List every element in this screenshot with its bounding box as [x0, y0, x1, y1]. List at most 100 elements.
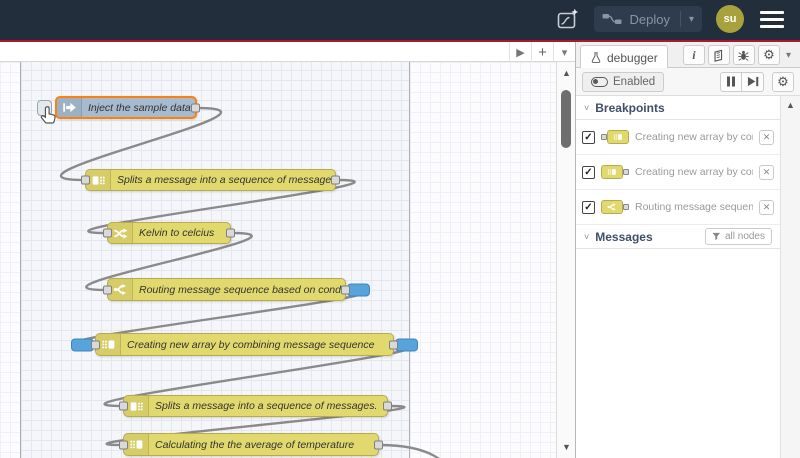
flow-node-inject[interactable]: Inject the sample data — [55, 96, 200, 119]
breakpoint-label: Routing message sequence based on condit… — [635, 201, 753, 213]
enabled-label: Enabled — [613, 75, 656, 88]
user-avatar[interactable]: su — [716, 5, 744, 33]
breakpoint-label: Creating new array by combining message … — [635, 166, 753, 178]
tab-debugger[interactable]: debugger — [580, 45, 668, 69]
flow-canvas[interactable]: Inject the sample data Splits a message i… — [0, 62, 556, 458]
switch-mini-node-icon — [601, 200, 623, 214]
workspace: ▶ + ▾ Inject the sample data Splits a mes… — [0, 42, 575, 458]
scroll-up-icon[interactable]: ▲ — [781, 100, 800, 110]
main-menu-icon[interactable] — [758, 9, 786, 30]
node-red-editor: Deploy ▾ su ▶ + ▾ Inject the sample data… — [0, 0, 800, 458]
breakpoint-row[interactable]: ✓ Creating new array by combining message… — [576, 155, 780, 190]
input-port[interactable] — [119, 440, 128, 449]
breakpoint-remove-button[interactable]: ✕ — [759, 199, 774, 215]
join-node-icon — [129, 440, 142, 449]
flow-tab-bar: ▶ + ▾ — [0, 42, 575, 62]
node-label: Splits a message into a sequence of mess… — [155, 400, 378, 412]
sidebar-scrollbar[interactable]: ▲ — [780, 96, 800, 458]
debugger-enabled-toggle[interactable]: Enabled — [582, 71, 665, 92]
messages-title: Messages — [595, 229, 653, 244]
message-filter-button[interactable]: all nodes — [704, 228, 772, 245]
input-port[interactable] — [103, 285, 112, 294]
join-mini-node-icon — [601, 165, 623, 179]
output-port[interactable] — [226, 228, 235, 238]
breakpoint-marker-out[interactable] — [395, 338, 418, 351]
split-node-icon — [130, 401, 143, 411]
gear-icon: ⚙ — [763, 47, 775, 62]
deploy-button[interactable]: Deploy ▾ — [593, 6, 702, 32]
chevron-down-icon: ˅ — [584, 231, 590, 242]
flow-node-join1[interactable]: Creating new array by combining message … — [71, 333, 418, 356]
flow-list-chevron-icon[interactable]: ▾ — [553, 42, 575, 62]
breakpoint-checkbox[interactable]: ✓ — [582, 130, 595, 144]
info-button[interactable]: i — [682, 45, 705, 65]
node-label: Inject the sample data — [88, 101, 191, 114]
tab-scroll-right-icon[interactable]: ▶ — [509, 42, 531, 62]
breakpoint-remove-button[interactable]: ✕ — [759, 164, 774, 180]
pause-icon — [727, 76, 735, 87]
switch-node-icon — [113, 284, 126, 295]
switch-node-icon — [607, 203, 616, 211]
debug-button[interactable] — [732, 45, 755, 65]
output-port[interactable] — [191, 103, 200, 112]
sidebar-expand-chevron-icon[interactable]: ▾ — [783, 50, 794, 61]
output-port[interactable] — [389, 340, 398, 349]
sidebar: debugger i ⚙ ▾ Enabled ⚙ ˅ Breakpoints ✓… — [575, 42, 800, 458]
breakpoints-section-header[interactable]: ˅ Breakpoints — [576, 96, 780, 120]
node-label: Creating new array by combining message … — [127, 338, 375, 351]
inject-node-icon — [62, 102, 76, 113]
scroll-down-icon[interactable]: ▼ — [557, 442, 576, 452]
breakpoint-row[interactable]: ✓ Creating new array by combining message… — [576, 120, 780, 155]
sidebar-settings-button[interactable]: ⚙ — [757, 45, 780, 65]
breakpoint-marker-out[interactable] — [347, 283, 370, 296]
sidebar-content: ˅ Breakpoints ✓ Creating new array by com… — [576, 96, 780, 458]
input-port[interactable] — [91, 340, 100, 349]
output-port[interactable] — [331, 175, 340, 185]
mini-port — [623, 169, 629, 175]
input-port[interactable] — [81, 175, 90, 185]
flow-node-split2[interactable]: Splits a message into a sequence of mess… — [119, 395, 392, 417]
breakpoint-remove-button[interactable]: ✕ — [759, 129, 774, 145]
breakpoint-checkbox[interactable]: ✓ — [582, 200, 595, 214]
node-label: Calculating the the average of temperatu… — [155, 438, 355, 451]
input-port[interactable] — [103, 228, 112, 238]
output-port[interactable] — [341, 285, 350, 294]
flow-node-change1[interactable]: Kelvin to celcius — [103, 222, 235, 244]
node-label: Routing message sequence based on condit… — [139, 283, 345, 296]
message-filter-label: all nodes — [724, 231, 765, 242]
deploy-chevron-icon[interactable]: ▾ — [689, 14, 694, 25]
assistant-icon[interactable] — [556, 7, 580, 31]
join-mini-node-icon — [607, 130, 629, 144]
output-port[interactable] — [374, 440, 383, 449]
chevron-down-icon: ˅ — [584, 102, 590, 113]
flow-node-join2[interactable]: Calculating the the average of temperatu… — [119, 433, 383, 456]
book-icon — [714, 49, 723, 62]
change-node-icon — [113, 227, 127, 239]
scrollbar-thumb[interactable] — [561, 90, 571, 148]
help-button[interactable] — [707, 45, 730, 65]
node-label: Splits a message into a sequence of mess… — [117, 174, 335, 186]
join-node-icon — [613, 134, 622, 140]
scroll-up-icon[interactable]: ▲ — [557, 68, 576, 78]
toggle-icon — [591, 76, 608, 87]
flow-node-split1[interactable]: Splits a message into a sequence of mess… — [81, 169, 340, 191]
info-icon: i — [692, 47, 696, 62]
messages-section-header[interactable]: ˅ Messages all nodes — [576, 225, 780, 249]
breakpoint-row[interactable]: ✓ Routing message sequence based on condi… — [576, 190, 780, 225]
sidebar-tab-bar: debugger i ⚙ ▾ — [576, 42, 800, 69]
deploy-separator — [679, 11, 681, 27]
add-flow-button[interactable]: + — [531, 42, 553, 62]
step-button[interactable] — [742, 71, 764, 92]
output-port[interactable] — [383, 401, 392, 411]
breakpoint-checkbox[interactable]: ✓ — [582, 165, 595, 179]
input-port[interactable] — [119, 401, 128, 411]
canvas-vertical-scrollbar[interactable]: ▲ ▼ — [556, 62, 575, 458]
flow-node-switch1[interactable]: Routing message sequence based on condit… — [103, 278, 370, 301]
join-node-icon — [101, 340, 114, 349]
pause-button[interactable] — [720, 71, 742, 92]
step-over-icon — [747, 76, 758, 87]
bug-icon — [738, 50, 750, 61]
tab-debugger-label: debugger — [607, 50, 658, 65]
debugger-settings-button[interactable]: ⚙ — [772, 71, 794, 92]
deploy-nodes-icon — [602, 14, 621, 24]
